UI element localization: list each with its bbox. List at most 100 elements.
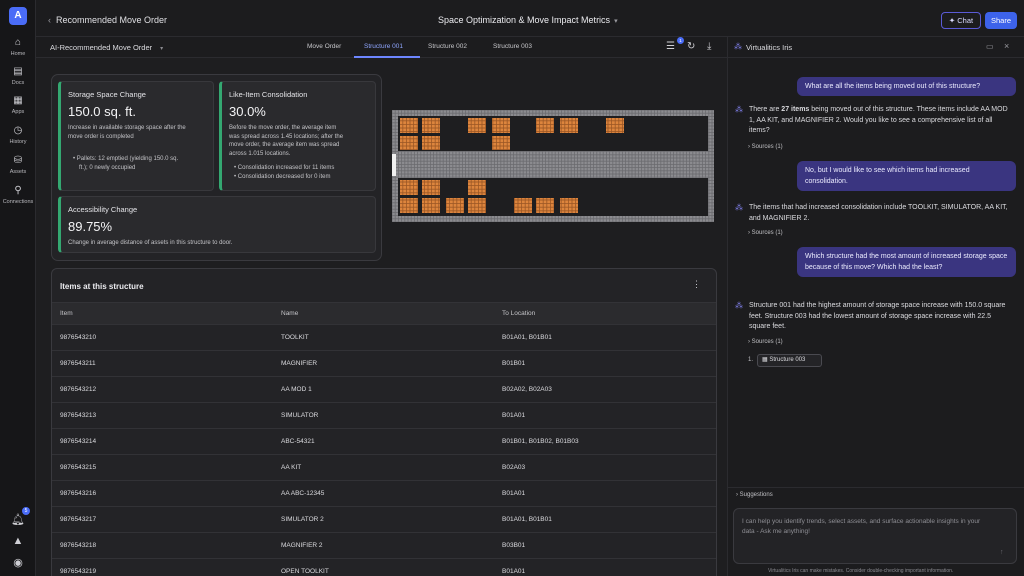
cell-to-location: B03B01 xyxy=(502,542,526,549)
chat-title: Virtualitics Iris xyxy=(746,43,793,52)
cell-name: AA KIT xyxy=(281,464,302,471)
close-icon[interactable]: × xyxy=(1004,41,1009,51)
card-description: Increase in available storage space afte… xyxy=(68,124,186,141)
sub-title-text: AI-Recommended Move Order xyxy=(50,43,153,52)
table-row[interactable]: 9876543212 AA MOD 1 B02A02, B02A03 xyxy=(52,376,716,402)
cell-name: AA ABC-12345 xyxy=(281,490,325,497)
cell-item: 9876543210 xyxy=(60,334,97,341)
desc-line: Before the move order, the average item xyxy=(229,125,337,131)
card-bullet: • Pallets: 12 emptied (yielding 150.0 sq… xyxy=(73,156,179,171)
cell-to-location: B02A02, B02A03 xyxy=(502,386,552,393)
table-row[interactable]: 9876543213 SIMULATOR B01A01 xyxy=(52,402,716,428)
table-row[interactable]: 9876543216 AA ABC-12345 B01A01 xyxy=(52,480,716,506)
bullet-text: Pallets: 12 emptied (yielding 150.0 sq. xyxy=(76,156,179,162)
sources-label: Sources (1) xyxy=(751,339,783,345)
structure-floor-plan[interactable] xyxy=(392,110,714,222)
card-title: Storage Space Change xyxy=(68,90,146,99)
cell-name: SIMULATOR 2 xyxy=(281,516,324,523)
card-bullets: • Consolidation increased for 11 items •… xyxy=(234,165,335,180)
user-icon[interactable]: ◉ xyxy=(0,556,36,569)
column-header-to-location[interactable]: To Location xyxy=(502,310,535,317)
tab-structure-001[interactable]: Structure 001 xyxy=(364,43,403,50)
cell-item: 9876543216 xyxy=(60,490,97,497)
consolidation-card: Like-Item Consolidation 30.0% Before the… xyxy=(219,81,376,191)
table-row[interactable]: 9876543217 SIMULATOR 2 B01A01, B01B01 xyxy=(52,506,716,532)
chat-button[interactable]: ✦ Chat xyxy=(941,12,981,29)
rail-item-label: Assets xyxy=(9,169,27,175)
refresh-icon[interactable]: ↻ xyxy=(687,41,695,52)
suggestions-toggle[interactable]: › Suggestions xyxy=(728,487,1024,503)
new-chat-icon[interactable]: ▭ xyxy=(986,42,994,51)
rail-item-history[interactable]: ◷ History xyxy=(0,125,36,145)
suggestions-label: › Suggestions xyxy=(736,492,773,498)
assistant-message: There are 27 items being moved out of th… xyxy=(749,105,1011,137)
notification-badge: 5 xyxy=(22,507,30,515)
back-link[interactable]: ‹ Recommended Move Order xyxy=(48,15,167,25)
cell-name: ABC-54321 xyxy=(281,438,315,445)
bullet-text: Consolidation decreased for 0 item xyxy=(237,173,331,180)
download-icon[interactable]: ⤓ xyxy=(707,41,711,52)
chat-input[interactable]: I can help you identify trends, select a… xyxy=(733,508,1017,564)
card-value: 150.0 sq. ft. xyxy=(68,104,136,119)
chevron-left-icon: ‹ xyxy=(48,15,51,25)
rail-item-label: Docs xyxy=(11,80,25,86)
assistant-message: Structure 001 had the highest amount of … xyxy=(749,302,1006,330)
app-logo[interactable]: A xyxy=(9,7,27,25)
sources-toggle[interactable]: › Sources (1) xyxy=(748,339,783,345)
table-header: Item Name To Location xyxy=(52,302,716,324)
sources-toggle[interactable]: › Sources (1) xyxy=(748,144,783,150)
cell-to-location: B01B01 xyxy=(502,360,526,367)
history-icon: ◷ xyxy=(13,125,23,136)
rail-item-label: Apps xyxy=(11,109,25,115)
tab-move-order[interactable]: Move Order xyxy=(307,43,341,50)
desc-line: was spread across 1.45 locations; after … xyxy=(229,133,344,140)
share-button[interactable]: Share xyxy=(985,12,1017,29)
bell-icon[interactable]: 🔔︎ xyxy=(0,513,36,526)
table-title: Items at this structure xyxy=(60,282,144,291)
cell-item: 9876543219 xyxy=(60,568,97,575)
msg-text: There are xyxy=(749,106,782,113)
rail-item-home[interactable]: ⌂ Home xyxy=(0,37,36,57)
assets-icon: ⛁ xyxy=(13,155,23,166)
warning-icon[interactable]: ▲ xyxy=(0,535,36,547)
rail-item-docs[interactable]: ▤ Docs xyxy=(0,66,36,86)
iris-avatar-icon: ⁂ xyxy=(735,203,743,212)
top-bar: ‹ Recommended Move Order Space Optimizati… xyxy=(36,0,1024,37)
page-title[interactable]: Space Optimization & Move Impact Metrics… xyxy=(438,15,618,25)
source-chip[interactable]: ▦ Structure 003 xyxy=(757,354,822,367)
cell-to-location: B01A01, B01B01 xyxy=(502,334,552,341)
table-row[interactable]: 9876543211 MAGNIFIER B01B01 xyxy=(52,350,716,376)
iris-avatar-icon: ⁂ xyxy=(735,105,743,114)
desc-line: Increase in available storage space afte… xyxy=(68,125,186,131)
column-header-item[interactable]: Item xyxy=(60,310,73,317)
user-message: No, but I would like to see which items … xyxy=(797,161,1016,191)
more-vertical-icon[interactable]: ⋮ xyxy=(692,279,701,290)
table-row[interactable]: 9876543214 ABC-54321 B01B01, B01B02, B01B0… xyxy=(52,428,716,454)
card-title: Like-Item Consolidation xyxy=(229,90,308,99)
table-row[interactable]: 9876543210 TOOLKIT B01A01, B01B01 xyxy=(52,324,716,350)
send-icon[interactable]: ↑ xyxy=(1000,549,1004,556)
iris-avatar-icon: ⁂ xyxy=(735,301,743,310)
rail-item-label: Connections xyxy=(2,199,34,205)
cell-name: TOOLKIT xyxy=(281,334,309,341)
table-row[interactable]: 9876543215 AA KIT B02A03 xyxy=(52,454,716,480)
table-row[interactable]: 9876543218 MAGNIFIER 2 B03B01 xyxy=(52,532,716,558)
filter-icon[interactable]: ☰ xyxy=(666,41,675,52)
rail-item-connections[interactable]: ⚲ Connections xyxy=(0,185,36,205)
rail-item-assets[interactable]: ⛁ Assets xyxy=(0,155,36,175)
sources-label: Sources (1) xyxy=(751,144,783,150)
accessibility-card: Accessibility Change 89.75% Change in av… xyxy=(58,196,376,253)
move-order-selector[interactable]: AI-Recommended Move Order ▾ xyxy=(50,43,163,52)
tab-structure-003[interactable]: Structure 003 xyxy=(493,43,532,50)
apps-icon: ▦ xyxy=(13,95,23,106)
table-row[interactable]: 9876543219 OPEN TOOLKIT B01A01 xyxy=(52,558,716,576)
sources-toggle[interactable]: › Sources (1) xyxy=(748,230,783,236)
msg-bold: 27 items xyxy=(781,106,810,113)
desc-line: move order, the average item was spread xyxy=(229,142,340,148)
cell-item: 9876543212 xyxy=(60,386,97,393)
home-icon: ⌂ xyxy=(14,37,22,48)
tab-structure-002[interactable]: Structure 002 xyxy=(428,43,467,50)
rail-item-apps[interactable]: ▦ Apps xyxy=(0,95,36,115)
cell-name: OPEN TOOLKIT xyxy=(281,568,329,575)
column-header-name[interactable]: Name xyxy=(281,310,298,317)
